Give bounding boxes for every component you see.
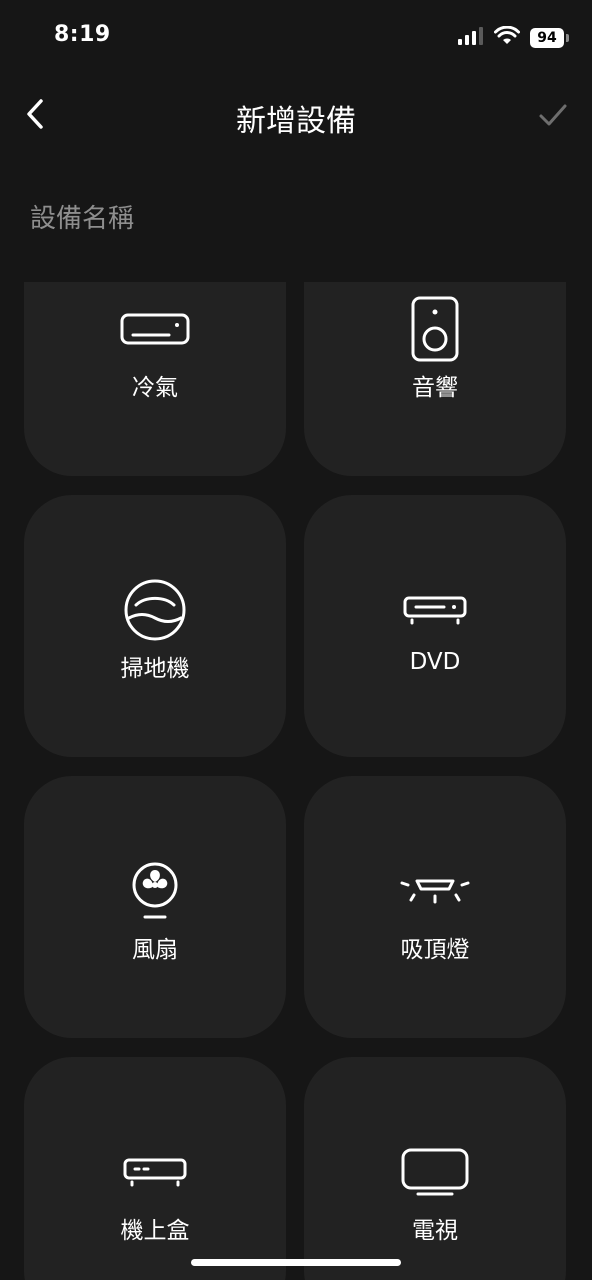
device-tile-ceiling-light[interactable]: 吸頂燈	[304, 776, 566, 1038]
ceiling-light-icon	[400, 879, 470, 904]
device-tile-tv[interactable]: 電視	[304, 1057, 566, 1280]
device-tile-label: 電視	[412, 1218, 458, 1244]
nav-bar: 新增設備	[0, 76, 592, 156]
air-conditioner-icon	[120, 313, 190, 345]
status-bar: 8:19 94	[0, 0, 592, 76]
device-tile-robot-vacuum[interactable]: 掃地機	[24, 495, 286, 757]
device-tile-dvd[interactable]: DVD	[304, 495, 566, 757]
device-tile-fan[interactable]: 風扇	[24, 776, 286, 1038]
tv-icon	[401, 1148, 469, 1196]
dvd-player-icon	[403, 596, 467, 625]
fan-icon	[132, 862, 178, 919]
device-tile-label: 冷氣	[132, 375, 178, 401]
device-type-grid: 冷氣 音響 掃地機 DVD 風扇 吸頂燈 機上盒 電視	[0, 282, 592, 1280]
confirm-button[interactable]	[536, 98, 570, 132]
set-top-box-icon	[123, 1158, 187, 1187]
page-title: 新增設備	[236, 104, 356, 139]
speaker-icon	[411, 296, 459, 362]
home-indicator[interactable]	[191, 1259, 401, 1266]
cellular-signal-icon	[458, 27, 484, 49]
wifi-icon	[494, 25, 520, 50]
battery-indicator: 94	[530, 28, 569, 48]
device-tile-label: 風扇	[132, 937, 178, 963]
device-tile-set-top-box[interactable]: 機上盒	[24, 1057, 286, 1280]
device-tile-label: 機上盒	[120, 1218, 190, 1244]
status-icons: 94	[458, 25, 569, 50]
device-tile-label: 掃地機	[120, 656, 190, 682]
device-tile-label: 音響	[412, 375, 458, 401]
device-tile-air-conditioner[interactable]: 冷氣	[24, 282, 286, 476]
robot-vacuum-icon	[124, 579, 186, 641]
checkmark-icon	[539, 104, 567, 126]
device-tile-label: 吸頂燈	[400, 937, 470, 963]
battery-level: 94	[537, 30, 557, 46]
status-time: 8:19	[54, 22, 111, 47]
device-name-input[interactable]: 設備名稱	[30, 198, 134, 235]
device-tile-label: DVD	[409, 649, 461, 675]
device-tile-speaker[interactable]: 音響	[304, 282, 566, 476]
